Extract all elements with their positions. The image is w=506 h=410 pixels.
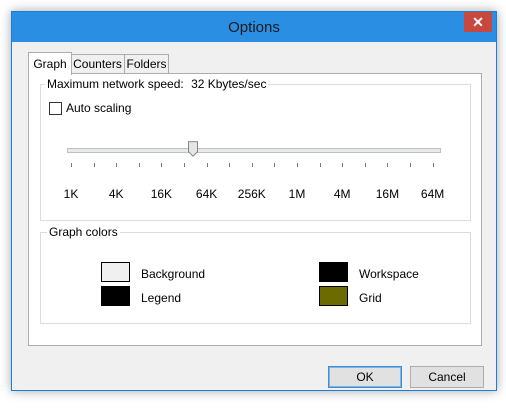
slider-tick bbox=[251, 163, 253, 167]
slider-tick-label: 4K bbox=[108, 187, 124, 201]
slider-tick bbox=[387, 163, 389, 167]
slider-tick bbox=[161, 163, 163, 167]
slider-tick bbox=[138, 163, 140, 167]
slider-tick bbox=[93, 163, 95, 167]
slider-tick-label: 64M bbox=[420, 187, 445, 201]
network-speed-label: Maximum network speed: bbox=[47, 77, 184, 91]
slider-tick-label: 64K bbox=[195, 187, 218, 201]
workspace-color-label: Workspace bbox=[359, 267, 419, 281]
slider-tick-label: 16M bbox=[375, 187, 400, 201]
slider-tick bbox=[274, 163, 276, 167]
legend-color-label: Legend bbox=[141, 291, 182, 305]
slider-tick bbox=[297, 163, 298, 167]
cancel-button[interactable]: Cancel bbox=[410, 366, 484, 388]
graph-tab-panel: Maximum network speed: 32 Kbytes/sec Aut… bbox=[28, 73, 482, 346]
slider-tick-label: 1M bbox=[288, 187, 306, 201]
speed-slider-track[interactable] bbox=[67, 148, 441, 153]
slider-tick bbox=[229, 163, 231, 167]
slider-tick bbox=[116, 163, 118, 167]
close-button[interactable]: ✕ bbox=[464, 12, 492, 32]
slider-tick bbox=[410, 163, 411, 167]
graph-colors-heading: Graph colors bbox=[47, 225, 120, 239]
tab-graph[interactable]: Graph bbox=[28, 52, 72, 75]
network-speed-value: 32 Kbytes/sec bbox=[191, 77, 267, 91]
slider-tick bbox=[71, 163, 72, 167]
tab-folders[interactable]: Folders bbox=[124, 54, 169, 74]
slider-tick-label: 256K bbox=[237, 187, 266, 201]
background-color-label: Background bbox=[141, 267, 206, 281]
options-dialog: Options ✕ Graph Counters Folders Maximum… bbox=[11, 11, 497, 391]
slider-tick-label: 1K bbox=[63, 187, 79, 201]
slider-tick bbox=[184, 163, 185, 167]
slider-tick bbox=[342, 163, 344, 167]
auto-scaling-checkbox[interactable] bbox=[49, 102, 62, 115]
auto-scaling-label[interactable]: Auto scaling bbox=[66, 101, 131, 115]
slider-tick bbox=[319, 163, 321, 167]
network-speed-heading: Maximum network speed: 32 Kbytes/sec bbox=[45, 77, 269, 91]
slider-tick bbox=[432, 163, 434, 167]
dialog-client-area: Graph Counters Folders Maximum network s… bbox=[20, 42, 488, 388]
tab-counters[interactable]: Counters bbox=[69, 54, 126, 74]
grid-color-swatch[interactable] bbox=[319, 286, 348, 306]
workspace-color-swatch[interactable] bbox=[319, 262, 348, 282]
legend-color-swatch[interactable] bbox=[101, 286, 130, 306]
window-title: Options bbox=[228, 19, 280, 36]
background-color-swatch[interactable] bbox=[101, 262, 130, 282]
speed-slider-thumb[interactable] bbox=[188, 141, 199, 157]
title-bar[interactable]: Options ✕ bbox=[12, 12, 496, 42]
slider-tick bbox=[364, 163, 366, 167]
grid-color-label: Grid bbox=[359, 291, 382, 305]
slider-tick-label: 4M bbox=[333, 187, 351, 201]
ok-button[interactable]: OK bbox=[328, 366, 402, 388]
slider-tick-label: 16K bbox=[150, 187, 173, 201]
slider-tick bbox=[206, 163, 208, 167]
